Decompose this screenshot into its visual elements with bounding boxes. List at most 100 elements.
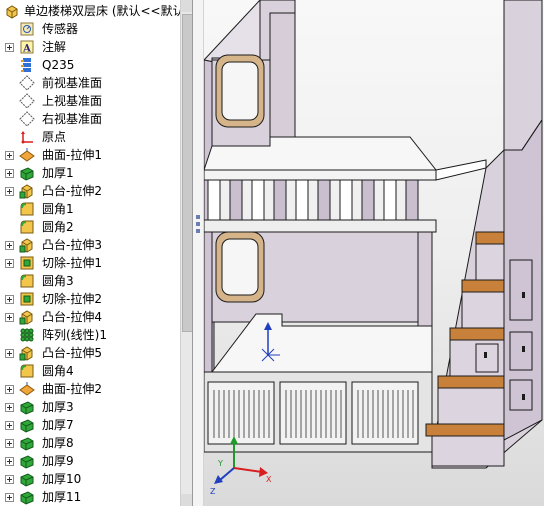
tree-item[interactable]: 原点 bbox=[0, 128, 180, 146]
fillet-icon bbox=[19, 219, 35, 235]
expand-icon[interactable] bbox=[5, 493, 14, 502]
expand-icon[interactable] bbox=[5, 43, 14, 52]
expand-icon[interactable] bbox=[5, 403, 14, 412]
tree-root-part[interactable]: 单边楼梯双层床 (默认<<默认 bbox=[0, 2, 185, 20]
tree-item[interactable]: 曲面-拉伸1 bbox=[0, 146, 180, 164]
expand-icon[interactable] bbox=[5, 457, 14, 466]
right-upper-panel bbox=[503, 0, 543, 151]
tree-item[interactable]: 加厚1 bbox=[0, 164, 180, 182]
tree-item[interactable]: 圆角2 bbox=[0, 218, 180, 236]
lower-window-opening bbox=[221, 238, 259, 296]
origin-icon bbox=[19, 129, 35, 145]
expand-icon[interactable] bbox=[5, 295, 14, 304]
svg-text:Z: Z bbox=[210, 487, 216, 496]
expand-icon[interactable] bbox=[5, 421, 14, 430]
linear-pattern-icon bbox=[19, 327, 35, 343]
boss-extrude-icon bbox=[19, 183, 35, 199]
tree-item-label: 凸台-拉伸2 bbox=[42, 184, 102, 198]
tree-item[interactable]: 加厚8 bbox=[0, 434, 180, 452]
guard-rail-top bbox=[203, 169, 437, 181]
tree-item[interactable]: 切除-拉伸1 bbox=[0, 254, 180, 272]
expand-icon[interactable] bbox=[5, 475, 14, 484]
tree-item-label: Q235 bbox=[42, 58, 75, 72]
svg-text:X: X bbox=[266, 475, 272, 484]
thicken-icon bbox=[19, 435, 35, 451]
expand-icon[interactable] bbox=[5, 439, 14, 448]
tree-item-label: 曲面-拉伸1 bbox=[42, 148, 102, 162]
tree-item-label: 右视基准面 bbox=[42, 112, 103, 126]
boss-extrude-icon bbox=[19, 345, 35, 361]
tree-item[interactable]: 加厚10 bbox=[0, 470, 180, 488]
expand-icon[interactable] bbox=[5, 259, 14, 268]
plane-icon bbox=[19, 75, 35, 91]
tree-item-label: 加厚1 bbox=[42, 166, 74, 180]
tree-item[interactable]: 曲面-拉伸2 bbox=[0, 380, 180, 398]
tree-item[interactable]: 阵列(线性)1 bbox=[0, 326, 180, 344]
fillet-icon bbox=[19, 273, 35, 289]
tree-item[interactable]: 加厚3 bbox=[0, 398, 180, 416]
tree-item-label: 加厚8 bbox=[42, 436, 74, 450]
tree-item-label: 传感器 bbox=[42, 22, 79, 36]
expand-icon[interactable] bbox=[5, 169, 14, 178]
tree-item-label: 圆角3 bbox=[42, 274, 74, 288]
scroll-down-button[interactable] bbox=[181, 494, 192, 506]
tree-item[interactable]: 加厚9 bbox=[0, 452, 180, 470]
tree-scrollbar[interactable] bbox=[180, 0, 192, 506]
tree-item[interactable]: 凸台-拉伸5 bbox=[0, 344, 180, 362]
tree-item[interactable]: 前视基准面 bbox=[0, 74, 180, 92]
expand-icon[interactable] bbox=[5, 187, 14, 196]
plane-icon bbox=[19, 111, 35, 127]
tree-item[interactable]: 圆角3 bbox=[0, 272, 180, 290]
tree-item[interactable]: 圆角1 bbox=[0, 200, 180, 218]
feature-tree-list: 单边楼梯双层床 (默认<<默认 传感器 A 注解 Q235 前视基准面上视基准面右视基准… bbox=[0, 0, 185, 506]
sensor-icon bbox=[19, 21, 35, 37]
tree-item[interactable]: 右视基准面 bbox=[0, 110, 180, 128]
expand-icon[interactable] bbox=[5, 241, 14, 250]
expand-icon[interactable] bbox=[5, 349, 14, 358]
tree-item[interactable]: 切除-拉伸2 bbox=[0, 290, 180, 308]
tree-item-label: 注解 bbox=[42, 40, 67, 54]
boss-extrude-icon bbox=[19, 309, 35, 325]
tree-item-label: 曲面-拉伸2 bbox=[42, 382, 102, 396]
splitter-grip-icon[interactable] bbox=[195, 212, 201, 240]
tree-item[interactable]: Q235 bbox=[0, 56, 180, 74]
tree-item[interactable]: A 注解 bbox=[0, 38, 180, 56]
annotation-icon: A bbox=[19, 39, 35, 55]
tree-item[interactable]: 加厚11 bbox=[0, 488, 180, 506]
tree-item-label: 切除-拉伸2 bbox=[42, 292, 102, 306]
tree-item-label: 前视基准面 bbox=[42, 76, 103, 90]
tree-item-label: 凸台-拉伸5 bbox=[42, 346, 102, 360]
thicken-icon bbox=[19, 399, 35, 415]
fillet-icon bbox=[19, 201, 35, 217]
thicken-icon bbox=[19, 417, 35, 433]
svg-text:Y: Y bbox=[217, 459, 223, 468]
expand-icon[interactable] bbox=[5, 151, 14, 160]
tree-item[interactable]: 传感器 bbox=[0, 20, 180, 38]
tree-item-label: 圆角4 bbox=[42, 364, 74, 378]
thicken-icon bbox=[19, 453, 35, 469]
tree-item-label: 加厚3 bbox=[42, 400, 74, 414]
tree-item[interactable]: 凸台-拉伸3 bbox=[0, 236, 180, 254]
tree-item-label: 切除-拉伸1 bbox=[42, 256, 102, 270]
tree-item[interactable]: 加厚7 bbox=[0, 416, 180, 434]
scroll-up-button[interactable] bbox=[181, 0, 192, 12]
scrollbar-thumb[interactable] bbox=[182, 14, 192, 332]
tree-item-label: 加厚7 bbox=[42, 418, 74, 432]
top-window-opening bbox=[221, 61, 259, 121]
svg-text:A: A bbox=[22, 44, 31, 55]
expand-icon[interactable] bbox=[5, 385, 14, 394]
tree-item-label: 圆角2 bbox=[42, 220, 74, 234]
tree-item-label: 凸台-拉伸3 bbox=[42, 238, 102, 252]
tree-item-label: 加厚10 bbox=[42, 472, 82, 486]
surface-extrude-icon bbox=[19, 381, 35, 397]
expand-icon[interactable] bbox=[5, 313, 14, 322]
cut-extrude-icon bbox=[19, 291, 35, 307]
tree-item[interactable]: 凸台-拉伸2 bbox=[0, 182, 180, 200]
tree-item[interactable]: 圆角4 bbox=[0, 362, 180, 380]
bunk-bed-model[interactable]: Y X Z bbox=[203, 0, 544, 506]
tree-item[interactable]: 上视基准面 bbox=[0, 92, 180, 110]
tree-item[interactable]: 凸台-拉伸4 bbox=[0, 308, 180, 326]
panel-splitter[interactable] bbox=[193, 0, 204, 506]
graphics-area[interactable]: Y X Z bbox=[203, 0, 544, 506]
part-icon bbox=[4, 3, 20, 19]
